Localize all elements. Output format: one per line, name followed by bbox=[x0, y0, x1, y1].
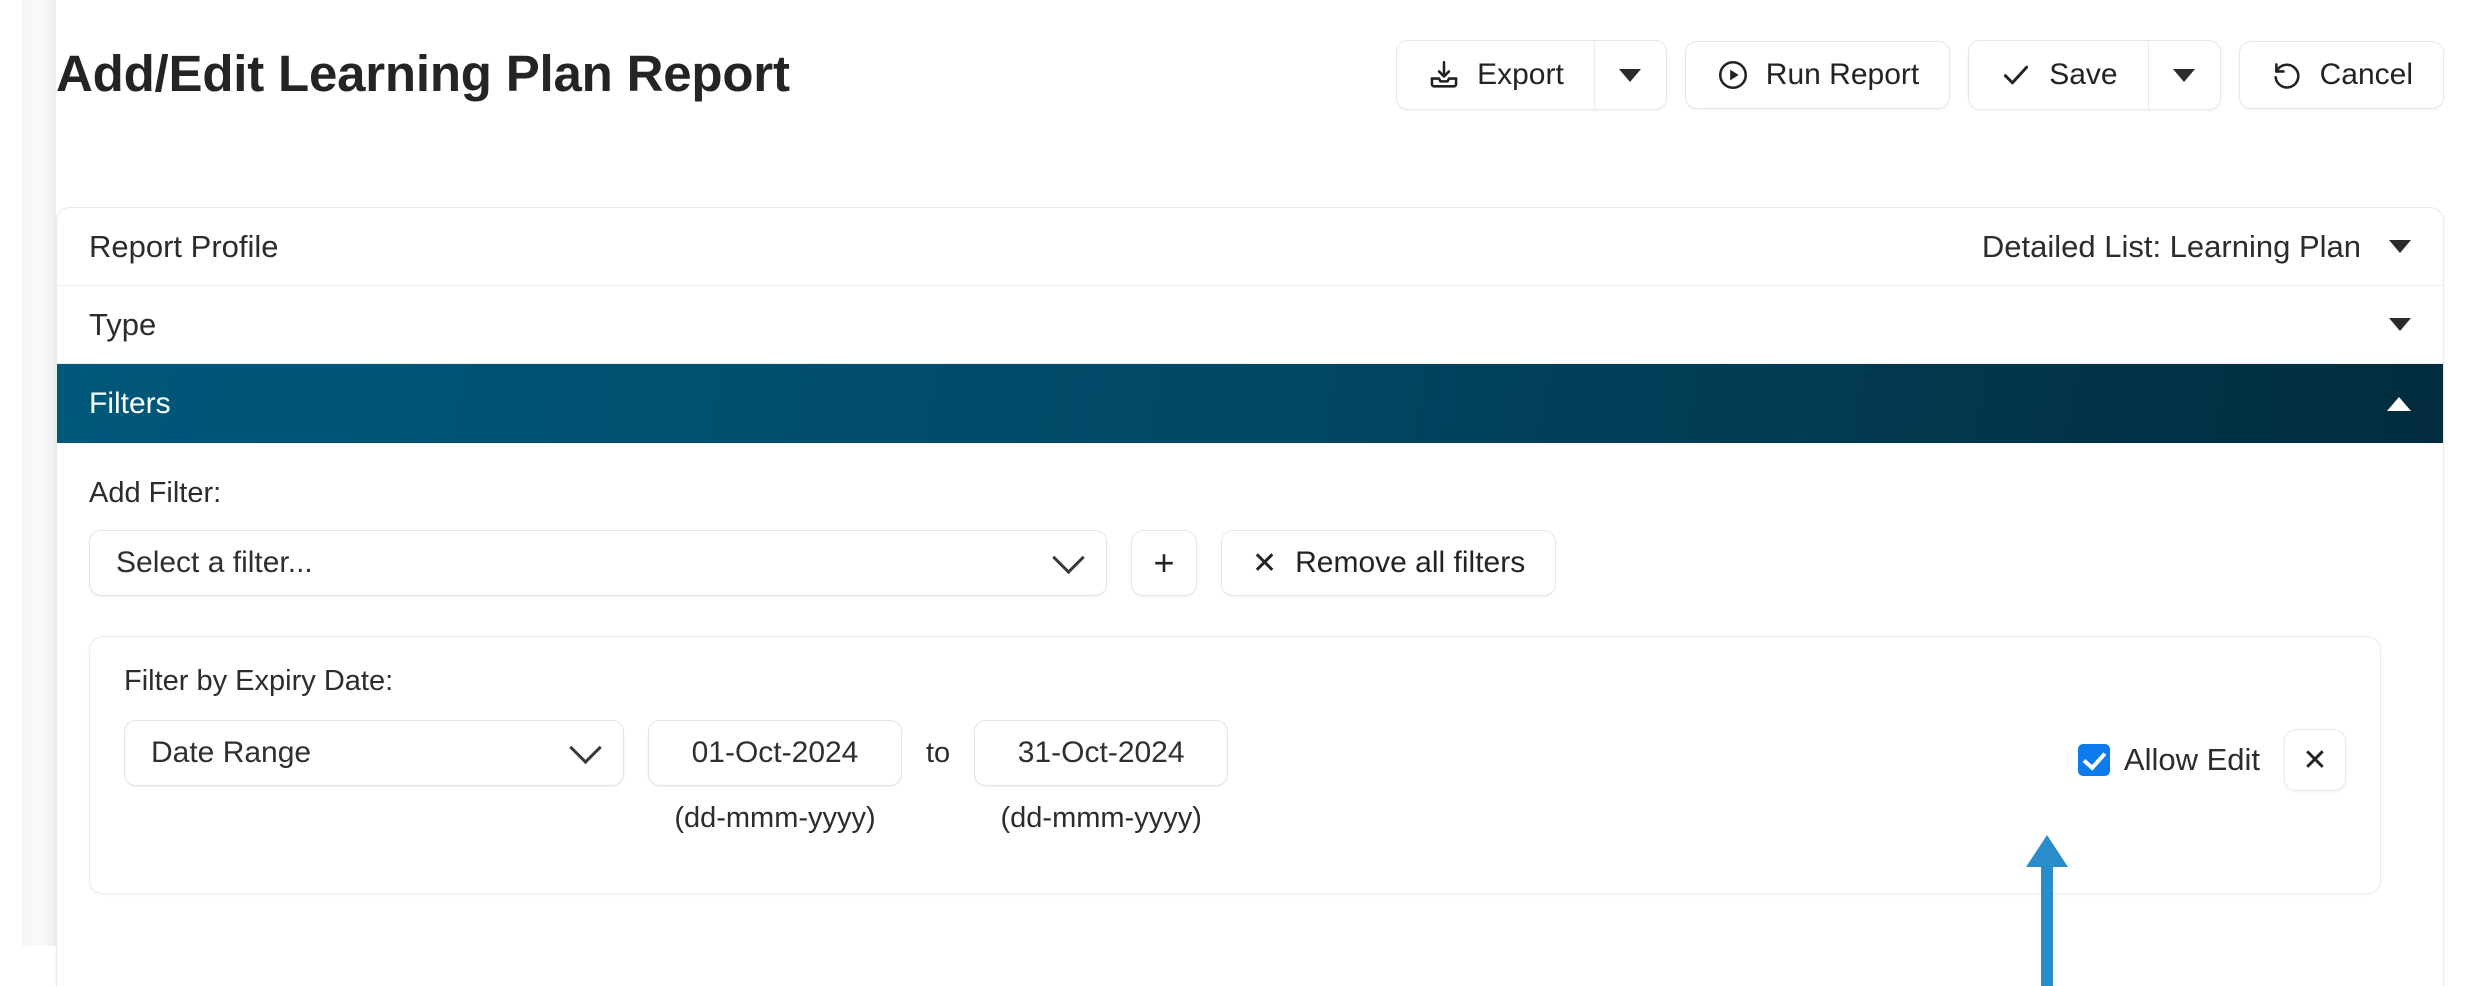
allow-edit-label: Allow Edit bbox=[2123, 742, 2260, 777]
save-dropdown-toggle[interactable] bbox=[2147, 41, 2220, 109]
chevron-down-icon bbox=[569, 731, 602, 764]
allow-edit-checkbox[interactable] bbox=[2077, 744, 2110, 776]
select-a-filter-dropdown[interactable]: Select a filter... bbox=[89, 530, 1107, 596]
date-mode-dropdown[interactable]: Date Range bbox=[124, 720, 624, 786]
allow-edit-group: Allow Edit ✕ bbox=[2077, 729, 2346, 791]
date-to-field: 31-Oct-2024 (dd-mmm-yyyy) bbox=[974, 720, 1229, 835]
date-to-hint: (dd-mmm-yyyy) bbox=[1000, 802, 1202, 834]
undo-rotate-left-icon bbox=[2270, 58, 2304, 92]
accordion-row-filters[interactable]: Filters bbox=[57, 364, 2443, 443]
add-filter-row: Select a filter... + ✕ Remove all filter… bbox=[89, 530, 2411, 596]
chevron-down-icon bbox=[1052, 541, 1085, 574]
remove-filter-button[interactable]: ✕ bbox=[2284, 729, 2346, 791]
allow-edit-control[interactable]: Allow Edit bbox=[2077, 742, 2260, 778]
report-profile-value: Detailed List: Learning Plan bbox=[1981, 228, 2361, 264]
date-range-row: Date Range 01-Oct-2024 (dd-mmm-yyyy) to … bbox=[124, 720, 2346, 835]
date-from-field: 01-Oct-2024 (dd-mmm-yyyy) bbox=[648, 720, 902, 835]
date-from-hint: (dd-mmm-yyyy) bbox=[674, 802, 876, 834]
accordion-label-filters: Filters bbox=[89, 386, 171, 420]
export-download-icon bbox=[1427, 58, 1461, 92]
cancel-button[interactable]: Cancel bbox=[2238, 41, 2444, 109]
filters-panel-body: Add Filter: Select a filter... + ✕ Remov… bbox=[57, 443, 2443, 894]
date-mode-value: Date Range bbox=[151, 736, 312, 769]
select-a-filter-value: Select a filter... bbox=[116, 546, 313, 579]
date-range-separator: to bbox=[926, 737, 951, 769]
remove-all-filters-button[interactable]: ✕ Remove all filters bbox=[1221, 530, 1557, 596]
close-x-icon: ✕ bbox=[1252, 546, 1278, 580]
chevron-down-icon bbox=[1619, 68, 1642, 82]
export-button-group: Export bbox=[1396, 40, 1667, 110]
date-to-input[interactable]: 31-Oct-2024 bbox=[974, 720, 1229, 786]
cancel-button-label: Cancel bbox=[2319, 58, 2413, 91]
collapsed-sidebar-strip bbox=[22, 0, 56, 946]
accordion-label-type: Type bbox=[89, 306, 157, 342]
report-editor-page: Add/Edit Learning Plan Report Export Run… bbox=[0, 0, 2480, 986]
header-toolbar: Export Run Report Save Cancel bbox=[1396, 40, 2444, 110]
accordion-right-type bbox=[2361, 318, 2411, 331]
accordion-label-report-profile: Report Profile bbox=[89, 228, 279, 264]
check-icon bbox=[1999, 58, 2033, 92]
export-button-label: Export bbox=[1477, 58, 1564, 91]
accordion-row-report-profile[interactable]: Report Profile Detailed List: Learning P… bbox=[57, 208, 2443, 286]
save-button-group: Save bbox=[1968, 40, 2221, 110]
accordion-row-type[interactable]: Type bbox=[57, 286, 2443, 364]
export-button[interactable]: Export bbox=[1397, 41, 1594, 109]
remove-all-filters-label: Remove all filters bbox=[1295, 546, 1526, 579]
add-filter-label: Add Filter: bbox=[89, 477, 222, 509]
date-from-input[interactable]: 01-Oct-2024 bbox=[648, 720, 902, 786]
accordion-right-report-profile: Detailed List: Learning Plan bbox=[1982, 229, 2411, 265]
play-circle-icon bbox=[1716, 58, 1750, 92]
run-report-button[interactable]: Run Report bbox=[1684, 41, 1951, 109]
chevron-down-icon bbox=[2389, 240, 2411, 253]
expiry-date-filter-card: Filter by Expiry Date: Date Range 01-Oct… bbox=[89, 636, 2381, 894]
close-x-icon: ✕ bbox=[2302, 743, 2328, 777]
plus-icon: + bbox=[1153, 542, 1175, 583]
save-button[interactable]: Save bbox=[1969, 41, 2148, 109]
chevron-up-icon bbox=[2387, 396, 2411, 411]
run-report-button-label: Run Report bbox=[1765, 58, 1920, 91]
export-dropdown-toggle[interactable] bbox=[1593, 41, 1666, 109]
filter-card-title: Filter by Expiry Date: bbox=[124, 665, 394, 697]
page-header: Add/Edit Learning Plan Report Export Run… bbox=[56, 0, 2444, 160]
chevron-down-icon bbox=[2389, 318, 2411, 331]
add-filter-button[interactable]: + bbox=[1131, 530, 1197, 596]
page-title: Add/Edit Learning Plan Report bbox=[56, 45, 790, 102]
chevron-down-icon bbox=[2173, 68, 2196, 82]
accordion-right-filters bbox=[2387, 396, 2411, 411]
save-button-label: Save bbox=[2049, 58, 2118, 91]
report-settings-card: Report Profile Detailed List: Learning P… bbox=[56, 207, 2444, 986]
